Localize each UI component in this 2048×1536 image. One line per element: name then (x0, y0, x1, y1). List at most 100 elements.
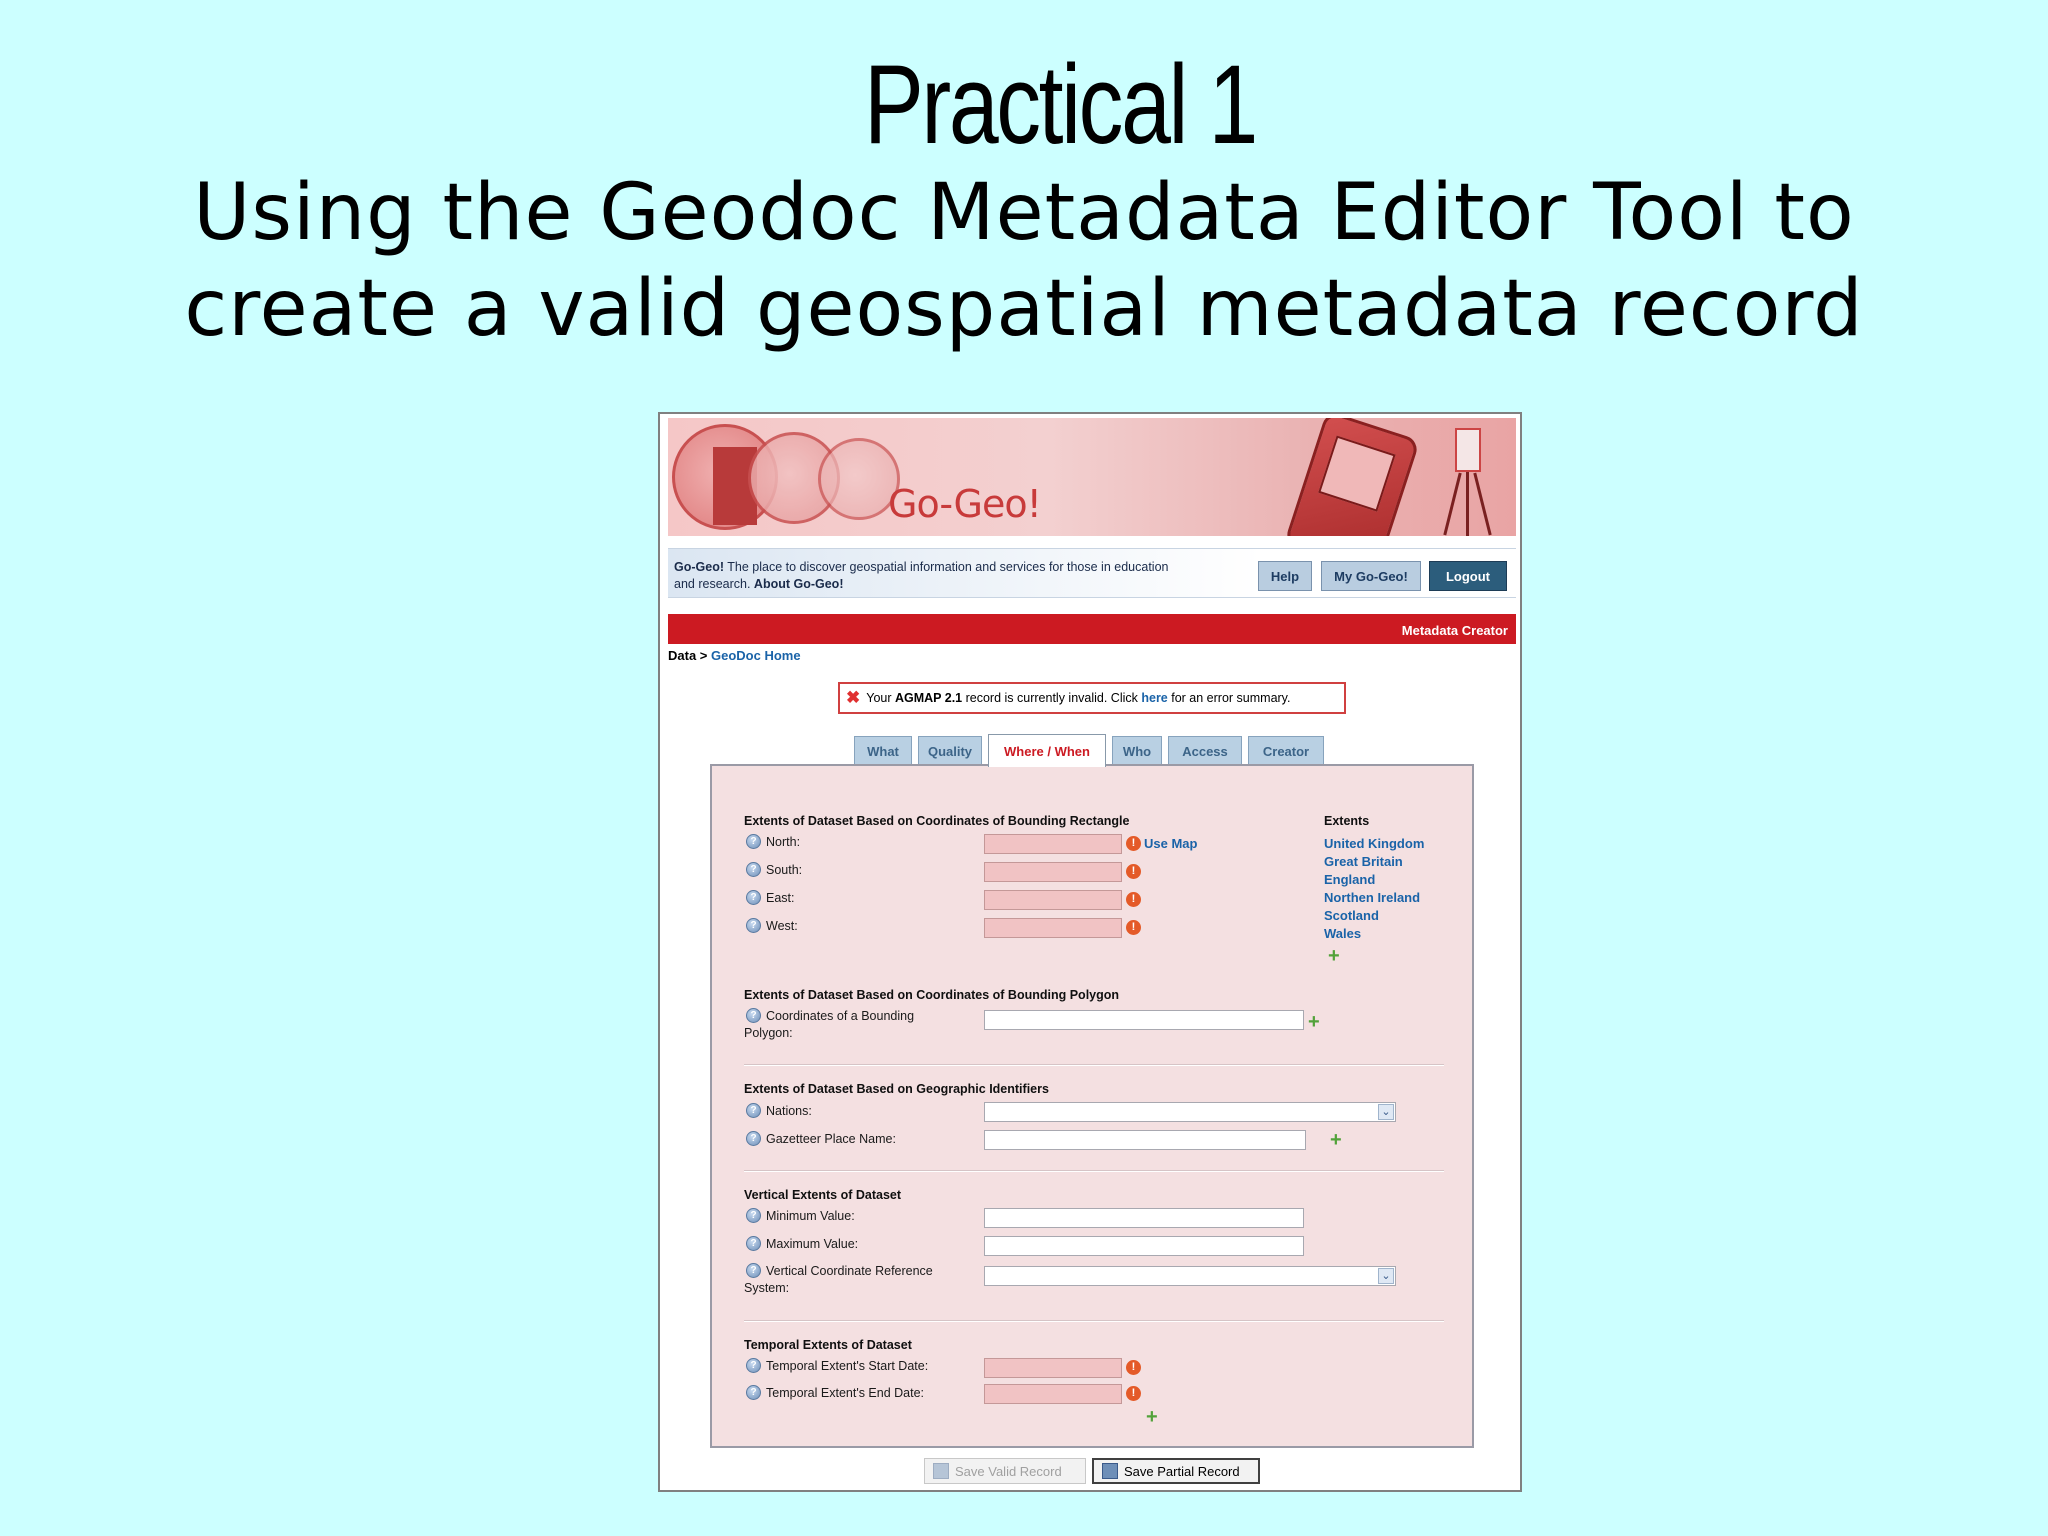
end-date-input[interactable] (984, 1384, 1122, 1404)
divider-2 (744, 1170, 1444, 1172)
min-value-input[interactable] (984, 1208, 1304, 1228)
help-min-icon[interactable]: ? (746, 1208, 761, 1223)
bounding-rect-title: Extents of Dataset Based on Coordinates … (744, 814, 1130, 828)
geo-ids-title: Extents of Dataset Based on Geographic I… (744, 1082, 1049, 1096)
polygon-label-2: Polygon: (744, 1026, 793, 1040)
tab-quality[interactable]: Quality (918, 736, 982, 766)
south-label: South: (766, 863, 803, 877)
tab-access[interactable]: Access (1168, 736, 1242, 766)
save-partial-record-button[interactable]: Save Partial Record (1092, 1458, 1260, 1484)
help-nations-icon[interactable]: ? (746, 1103, 761, 1118)
slide-subtitle: Using the Geodoc Metadata Editor Tool to… (0, 165, 2048, 357)
help-start-icon[interactable]: ? (746, 1358, 761, 1373)
north-error-icon: ! (1126, 836, 1141, 851)
chevron-down-icon[interactable]: ⌄ (1378, 1268, 1394, 1284)
header-banner: Go-Geo! (668, 418, 1516, 536)
add-polygon-icon[interactable]: + (1308, 1012, 1320, 1032)
error-text: Your AGMAP 2.1 record is currently inval… (866, 691, 1291, 705)
section-bar: Metadata Creator (668, 614, 1516, 644)
crs-select[interactable]: ⌄ (984, 1266, 1396, 1286)
polygon-input[interactable] (984, 1010, 1304, 1030)
info-text: Go-Geo! The place to discover geospatial… (674, 559, 1174, 593)
disk-icon (1102, 1463, 1118, 1479)
tab-who[interactable]: Who (1112, 736, 1162, 766)
where-when-panel: Extents of Dataset Based on Coordinates … (710, 764, 1474, 1448)
help-max-icon[interactable]: ? (746, 1236, 761, 1251)
tab-where-when[interactable]: Where / When (988, 734, 1106, 767)
breadcrumb-root[interactable]: Data (668, 648, 696, 663)
help-gazetteer-icon[interactable]: ? (746, 1131, 761, 1146)
divider-3 (744, 1320, 1444, 1322)
info-description: The place to discover geospatial informa… (674, 560, 1169, 591)
screenshot-window: Go-Geo! Go-Geo! The place to discover ge… (658, 412, 1522, 1492)
subtitle-line-1: Using the Geodoc Metadata Editor Tool to (193, 168, 1855, 258)
save-valid-record-button[interactable]: Save Valid Record (924, 1458, 1086, 1484)
end-date-error-icon: ! (1126, 1386, 1141, 1401)
start-date-label: Temporal Extent's Start Date: (766, 1359, 929, 1373)
help-button[interactable]: Help (1258, 561, 1312, 591)
extents-title: Extents (1324, 814, 1370, 828)
crs-label-2: System: (744, 1281, 790, 1295)
south-error-icon: ! (1126, 864, 1141, 879)
west-label: West: (766, 919, 798, 933)
nations-select[interactable]: ⌄ (984, 1102, 1396, 1122)
use-map-link[interactable]: Use Map (1144, 836, 1197, 851)
end-date-label: Temporal Extent's End Date: (766, 1386, 925, 1400)
info-brand: Go-Geo! (674, 560, 724, 574)
east-error-icon: ! (1126, 892, 1141, 907)
gps-device-icon (1283, 418, 1421, 536)
extent-england[interactable]: England (1324, 872, 1375, 887)
breadcrumb-separator: > (696, 648, 712, 663)
chevron-down-icon[interactable]: ⌄ (1378, 1104, 1394, 1120)
south-input[interactable] (984, 862, 1122, 882)
error-summary-link[interactable]: here (1141, 691, 1167, 705)
min-value-label: Minimum Value: (766, 1209, 855, 1223)
extent-northern-ireland[interactable]: Northen Ireland (1324, 890, 1420, 905)
save-valid-label: Save Valid Record (955, 1463, 1062, 1479)
start-date-input[interactable] (984, 1358, 1122, 1378)
help-polygon-icon[interactable]: ? (746, 1008, 761, 1023)
extent-wales[interactable]: Wales (1324, 926, 1361, 941)
save-partial-label: Save Partial Record (1124, 1463, 1240, 1479)
extent-united-kingdom[interactable]: United Kingdom (1324, 836, 1424, 851)
north-input[interactable] (984, 834, 1122, 854)
help-west-icon[interactable]: ? (746, 918, 761, 933)
help-east-icon[interactable]: ? (746, 890, 761, 905)
help-crs-icon[interactable]: ? (746, 1263, 761, 1278)
help-end-icon[interactable]: ? (746, 1385, 761, 1400)
survey-tripod-icon (1443, 428, 1492, 536)
error-message: ✖ Your AGMAP 2.1 record is currently inv… (838, 682, 1346, 714)
slide-title: Practical 1 (864, 42, 1258, 167)
breadcrumb-geodoc-home[interactable]: GeoDoc Home (711, 648, 801, 663)
max-value-input[interactable] (984, 1236, 1304, 1256)
gazetteer-input[interactable] (984, 1130, 1306, 1150)
crs-label-1: Vertical Coordinate Reference (766, 1264, 933, 1278)
metadata-creator-label: Metadata Creator (1401, 623, 1508, 638)
logout-button[interactable]: Logout (1429, 561, 1507, 591)
add-extent-icon[interactable]: + (1328, 946, 1340, 966)
brand-logo[interactable]: Go-Geo! (888, 482, 1042, 526)
temporal-title: Temporal Extents of Dataset (744, 1338, 912, 1352)
add-gazetteer-icon[interactable]: + (1330, 1130, 1342, 1150)
west-input[interactable] (984, 918, 1122, 938)
start-date-error-icon: ! (1126, 1360, 1141, 1375)
breadcrumb: Data > GeoDoc Home (668, 648, 801, 663)
about-link[interactable]: About Go-Geo! (754, 577, 844, 591)
add-temporal-icon[interactable]: + (1146, 1407, 1158, 1427)
info-bar: Go-Geo! The place to discover geospatial… (668, 548, 1516, 598)
tab-what[interactable]: What (854, 736, 912, 766)
bounding-polygon-title: Extents of Dataset Based on Coordinates … (744, 988, 1120, 1002)
east-input[interactable] (984, 890, 1122, 910)
help-north-icon[interactable]: ? (746, 834, 761, 849)
east-label: East: (766, 891, 795, 905)
max-value-label: Maximum Value: (766, 1237, 859, 1251)
my-go-geo-button[interactable]: My Go-Geo! (1321, 561, 1421, 591)
extent-great-britain[interactable]: Great Britain (1324, 854, 1403, 869)
subtitle-line-2: create a valid geospatial metadata recor… (184, 264, 1864, 354)
north-label: North: (766, 835, 801, 849)
west-error-icon: ! (1126, 920, 1141, 935)
help-south-icon[interactable]: ? (746, 862, 761, 877)
tab-creator[interactable]: Creator (1248, 736, 1324, 766)
extent-scotland[interactable]: Scotland (1324, 908, 1379, 923)
polygon-label-1: Coordinates of a Bounding (766, 1009, 915, 1023)
